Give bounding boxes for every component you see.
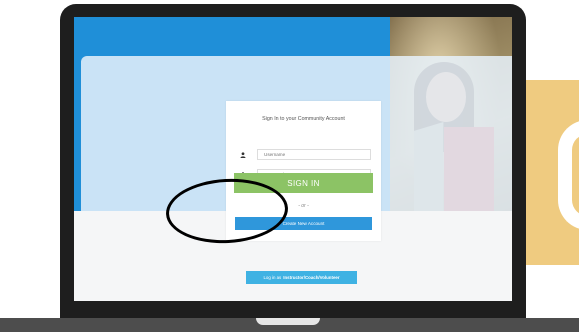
- username-field: [235, 149, 371, 160]
- instructor-login-button[interactable]: Log in as Instructor/Coach/Volunteer: [246, 271, 357, 284]
- instructor-login-role: Instructor/Coach/Volunteer: [283, 275, 340, 280]
- laptop-notch: [256, 318, 320, 325]
- laptop-screen: Sign In to your Community Account Userna…: [74, 17, 512, 301]
- user-icon: [235, 149, 251, 160]
- login-title: Sign In to your Community Account: [262, 116, 345, 122]
- decorative-white-mark: [558, 120, 579, 230]
- username-input[interactable]: [257, 149, 371, 160]
- instructor-login-prefix: Log in as: [263, 275, 282, 280]
